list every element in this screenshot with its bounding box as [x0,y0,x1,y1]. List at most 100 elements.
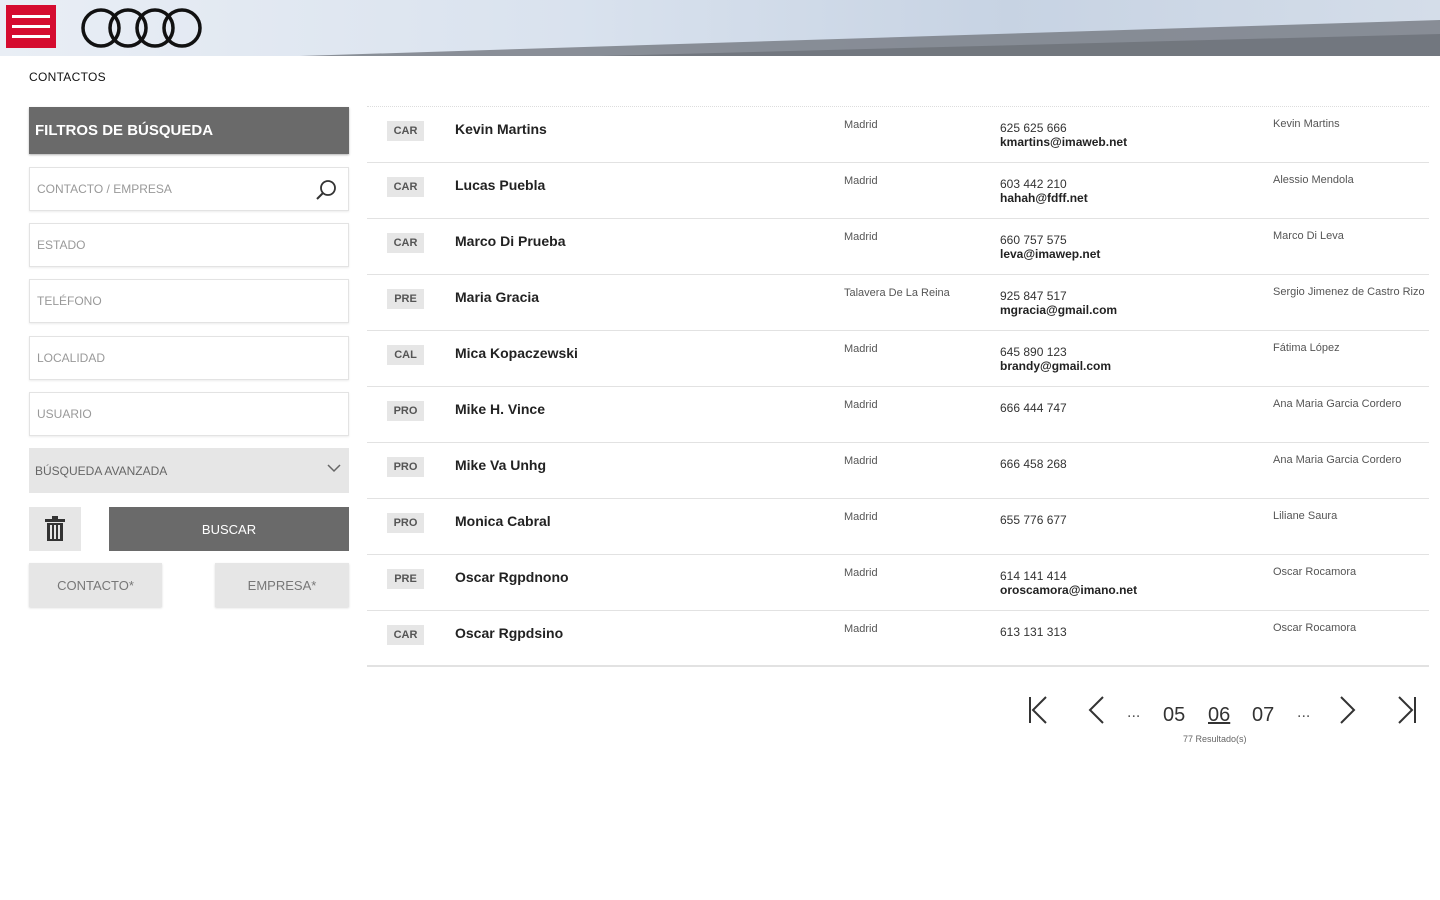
page-06-current[interactable]: 06 [1208,704,1230,727]
contact-info: 625 625 666 kmartins@imaweb.net [1000,121,1127,149]
contact-phone: 925 847 517 [1000,289,1067,303]
locality-input[interactable] [30,337,348,379]
contact-phone: 603 442 210 [1000,177,1067,191]
contact-city: Madrid [844,175,878,187]
assigned-user: Fátima López [1273,342,1340,354]
chevron-down-icon [327,464,341,473]
phone-input[interactable] [30,280,348,322]
contact-info: 614 141 414 oroscamora@imano.net [1000,569,1137,597]
header [0,0,1440,56]
user-field[interactable] [29,392,349,436]
contact-city: Talavera De La Reina [844,287,950,299]
contact-city: Madrid [844,567,878,579]
clear-filters-button[interactable] [29,507,81,551]
contact-phone: 625 625 666 [1000,121,1067,135]
assigned-user: Liliane Saura [1273,510,1338,522]
four-rings-logo[interactable] [80,6,204,50]
contact-phone: 613 131 313 [1000,625,1067,639]
results-count: 77 Resultado(s) [1183,734,1247,744]
contact-email[interactable]: leva@imawep.net [1000,247,1100,261]
contact-info: 645 890 123 brandy@gmail.com [1000,345,1111,373]
advanced-search-toggle[interactable]: BÚSQUEDA AVANZADA [29,448,349,493]
contact-email[interactable]: brandy@gmail.com [1000,359,1111,373]
assigned-user: Oscar Rocamora [1273,566,1357,578]
contact-name[interactable]: Mike Va Unhg [455,457,546,473]
contact-city: Madrid [844,399,878,411]
contact-name[interactable]: Oscar Rgpdnono [455,569,569,585]
table-row[interactable]: PRE Oscar Rgpdnono Madrid 614 141 414 orosca… [367,555,1429,611]
page-05[interactable]: 05 [1163,704,1185,727]
phone-field[interactable] [29,279,349,323]
contact-info: 666 458 268 [1000,457,1067,471]
contact-info: 655 776 677 [1000,513,1067,527]
contact-info: 925 847 517 mgracia@gmail.com [1000,289,1117,317]
menu-button[interactable] [6,5,56,48]
filters-title: FILTROS DE BÚSQUEDA [29,107,349,154]
contact-email[interactable]: kmartins@imaweb.net [1000,135,1127,149]
contact-type-badge: CAR [387,233,424,253]
contact-name[interactable]: Monica Cabral [455,513,551,529]
contact-info: 666 444 747 [1000,401,1067,415]
table-row[interactable]: CAR Kevin Martins Madrid 625 625 666 kmartin… [367,107,1429,163]
table-row[interactable]: CAR Oscar Rgpdsino Madrid 613 131 313 Oscar … [367,611,1429,667]
table-row[interactable]: PRO Monica Cabral Madrid 655 776 677 Liliane… [367,499,1429,555]
contact-type-badge: CAR [387,121,424,141]
contact-name[interactable]: Mike H. Vince [455,401,545,417]
contact-email[interactable]: oroscamora@imano.net [1000,583,1137,597]
trash-icon [45,516,65,541]
user-input[interactable] [30,393,348,435]
contact-type-badge: CAR [387,625,424,645]
contact-name[interactable]: Maria Gracia [455,289,539,305]
assigned-user: Ana Maria Garcia Cordero [1273,398,1402,410]
contact-type-button[interactable]: CONTACTO* [29,563,162,607]
contact-company-field[interactable] [29,167,349,211]
header-background [300,20,1440,56]
status-input[interactable] [30,224,348,266]
contact-city: Madrid [844,623,878,635]
table-row[interactable]: CAR Marco Di Prueba Madrid 660 757 575 leva@… [367,219,1429,275]
contact-email[interactable]: mgracia@gmail.com [1000,303,1117,317]
assigned-user: Ana Maria Garcia Cordero [1273,454,1402,466]
contact-phone: 645 890 123 [1000,345,1067,359]
contact-phone: 660 757 575 [1000,233,1067,247]
first-page-icon[interactable] [1027,695,1049,725]
contact-name[interactable]: Oscar Rgpdsino [455,625,563,641]
contact-email[interactable]: hahah@fdff.net [1000,191,1088,205]
assigned-user: Oscar Rocamora [1273,622,1357,634]
contact-type-badge: PRO [387,457,424,477]
company-type-button[interactable]: EMPRESA* [215,563,349,607]
search-icon[interactable] [314,178,338,202]
search-button[interactable]: BUSCAR [109,507,349,551]
contact-city: Madrid [844,231,878,243]
contact-city: Madrid [844,119,878,131]
table-row[interactable]: PRO Mike Va Unhg Madrid 666 458 268 Ana Mari… [367,443,1429,499]
contact-name[interactable]: Marco Di Prueba [455,233,565,249]
contact-name[interactable]: Lucas Puebla [455,177,545,193]
contact-phone: 666 444 747 [1000,401,1067,415]
contact-phone: 666 458 268 [1000,457,1067,471]
table-row[interactable]: CAL Mica Kopaczewski Madrid 645 890 123 bran… [367,331,1429,387]
contact-info: 660 757 575 leva@imawep.net [1000,233,1100,261]
contact-name[interactable]: Kevin Martins [455,121,547,137]
table-row[interactable]: CAR Lucas Puebla Madrid 603 442 210 hahah@fd… [367,163,1429,219]
previous-page-icon[interactable] [1086,695,1106,725]
contact-city: Madrid [844,343,878,355]
contact-name[interactable]: Mica Kopaczewski [455,345,578,361]
next-page-icon[interactable] [1338,695,1358,725]
assigned-user: Sergio Jimenez de Castro Rizo [1273,286,1425,298]
table-row[interactable]: PRE Maria Gracia Talavera De La Reina 925 8… [367,275,1429,331]
locality-field[interactable] [29,336,349,380]
contact-type-badge: PRE [387,569,424,589]
assigned-user: Marco Di Leva [1273,230,1344,242]
contact-type-badge: CAR [387,177,424,197]
page-07[interactable]: 07 [1252,704,1274,727]
contact-phone: 655 776 677 [1000,513,1067,527]
contact-type-badge: PRE [387,289,424,309]
contact-company-input[interactable] [30,168,348,210]
last-page-icon[interactable] [1396,695,1418,725]
status-field[interactable] [29,223,349,267]
hamburger-icon [12,15,50,18]
contact-type-badge: PRO [387,401,424,421]
page-title: CONTACTOS [29,70,106,84]
table-row[interactable]: PRO Mike H. Vince Madrid 666 444 747 Ana Mar… [367,387,1429,443]
